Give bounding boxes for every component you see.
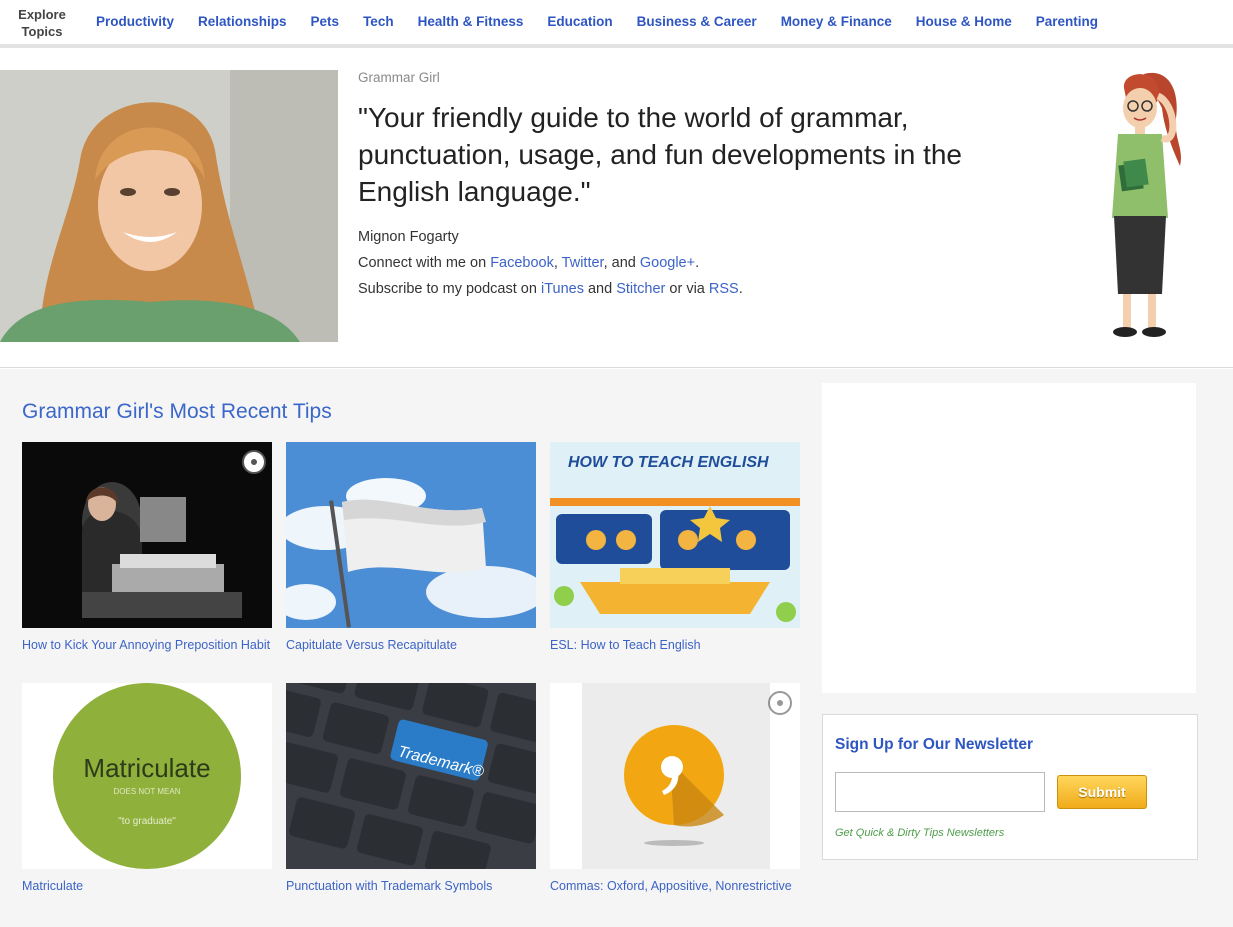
matriculate-word: Matriculate bbox=[83, 753, 211, 783]
author-hero: Grammar Girl "Your friendly guide to the… bbox=[0, 52, 1233, 368]
tip-thumbnail[interactable] bbox=[22, 442, 272, 628]
content-area: Grammar Girl's Most Recent Tips How to K… bbox=[0, 369, 1233, 927]
tip-card[interactable]: How to Kick Your Annoying Preposition Ha… bbox=[22, 442, 272, 657]
tip-card[interactable]: Trademark® Punctuation with Trademark Sy… bbox=[286, 683, 536, 898]
rss-link[interactable]: RSS bbox=[709, 281, 739, 297]
subscribe-line: Subscribe to my podcast on iTunes and St… bbox=[358, 281, 743, 297]
tagline: "Your friendly guide to the world of gra… bbox=[358, 102, 962, 207]
site-name: Grammar Girl bbox=[358, 70, 440, 85]
twitter-link[interactable]: Twitter bbox=[562, 255, 604, 271]
hero-text: Grammar Girl "Your friendly guide to the… bbox=[358, 70, 1078, 302]
nav-money-finance[interactable]: Money & Finance bbox=[781, 14, 892, 29]
tip-thumbnail[interactable] bbox=[286, 442, 536, 628]
matriculate-sub-2: "to graduate" bbox=[118, 816, 176, 827]
matriculate-sub-1: DOES NOT MEAN bbox=[113, 787, 181, 796]
nav-parenting[interactable]: Parenting bbox=[1036, 14, 1098, 29]
top-navigation: Explore Topics Productivity Relationship… bbox=[0, 0, 1233, 48]
grammar-girl-mascot-illustration bbox=[1092, 68, 1192, 344]
author-name: Mignon Fogarty bbox=[358, 229, 459, 245]
connect-line: Connect with me on Facebook, Twitter, an… bbox=[358, 255, 700, 271]
tip-title-link[interactable]: Capitulate Versus Recapitulate bbox=[286, 634, 536, 657]
stitcher-link[interactable]: Stitcher bbox=[616, 281, 665, 297]
podcast-icon bbox=[242, 450, 266, 474]
tip-title-link[interactable]: ESL: How to Teach English bbox=[550, 634, 800, 657]
nav-relationships[interactable]: Relationships bbox=[198, 14, 287, 29]
tip-thumbnail[interactable]: Matriculate DOES NOT MEAN "to graduate" bbox=[22, 683, 272, 869]
recent-tips-heading: Grammar Girl's Most Recent Tips bbox=[22, 400, 332, 423]
tip-card[interactable]: HOW TO TEACH ENGLISH ESL: How to Teach E… bbox=[550, 442, 800, 657]
google-plus-link[interactable]: Google+ bbox=[640, 255, 695, 271]
nav-business-career[interactable]: Business & Career bbox=[637, 14, 757, 29]
newsletter-submit-button[interactable]: Submit bbox=[1057, 775, 1147, 809]
topic-links: Productivity Relationships Pets Tech Hea… bbox=[96, 14, 1122, 29]
newsletter-title: Sign Up for Our Newsletter bbox=[835, 736, 1034, 753]
nav-education[interactable]: Education bbox=[547, 14, 612, 29]
nav-health-fitness[interactable]: Health & Fitness bbox=[418, 14, 524, 29]
author-photo bbox=[0, 70, 338, 342]
explore-topics-label: Explore Topics bbox=[18, 7, 66, 39]
nav-house-home[interactable]: House & Home bbox=[916, 14, 1012, 29]
tip-card[interactable]: Matriculate DOES NOT MEAN "to graduate" … bbox=[22, 683, 272, 898]
tip-title-link[interactable]: How to Kick Your Annoying Preposition Ha… bbox=[22, 634, 272, 657]
tip-thumbnail[interactable]: HOW TO TEACH ENGLISH bbox=[550, 442, 800, 628]
tip-title-link[interactable]: Matriculate bbox=[22, 875, 272, 898]
itunes-link[interactable]: iTunes bbox=[541, 281, 584, 297]
newsletter-note: Get Quick & Dirty Tips Newsletters bbox=[835, 827, 1005, 839]
podcast-icon bbox=[768, 691, 792, 715]
nav-productivity[interactable]: Productivity bbox=[96, 14, 174, 29]
newsletter-signup: Sign Up for Our Newsletter Submit Get Qu… bbox=[822, 714, 1198, 860]
tip-card[interactable]: Commas: Oxford, Appositive, Nonrestricti… bbox=[550, 683, 800, 898]
tip-title-link[interactable]: Commas: Oxford, Appositive, Nonrestricti… bbox=[550, 875, 800, 898]
nav-pets[interactable]: Pets bbox=[311, 14, 340, 29]
tip-title-link[interactable]: Punctuation with Trademark Symbols bbox=[286, 875, 536, 898]
tip-thumbnail[interactable] bbox=[550, 683, 800, 869]
nav-tech[interactable]: Tech bbox=[363, 14, 394, 29]
facebook-link[interactable]: Facebook bbox=[490, 255, 554, 271]
advertisement-slot bbox=[822, 383, 1196, 693]
newsletter-email-input[interactable] bbox=[835, 772, 1045, 812]
tip-card[interactable]: Capitulate Versus Recapitulate bbox=[286, 442, 536, 657]
tip-thumbnail[interactable]: Trademark® bbox=[286, 683, 536, 869]
